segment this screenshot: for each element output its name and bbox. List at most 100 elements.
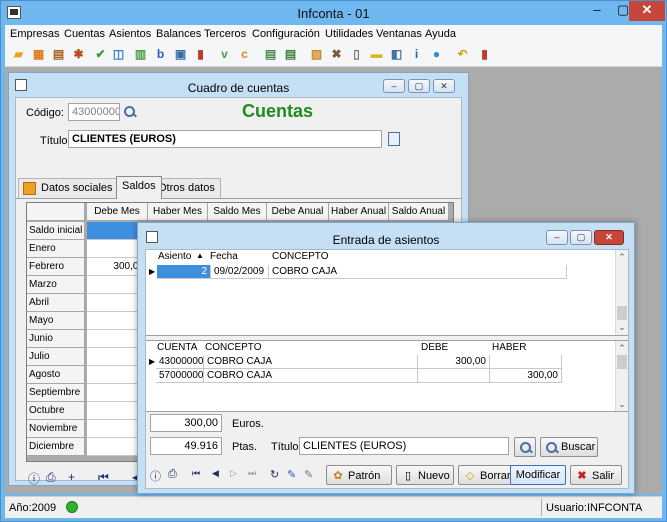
col-debe[interactable]: DEBE: [421, 342, 448, 353]
menu-utilidades[interactable]: Utilidades: [325, 28, 373, 40]
debe-cell[interactable]: 300,00: [418, 355, 490, 369]
print-preview-icon[interactable]: ◧: [389, 47, 404, 62]
col-concepto[interactable]: CONCEPTO: [272, 251, 329, 262]
scroll-thumb[interactable]: [617, 355, 627, 369]
search-icon[interactable]: [123, 105, 137, 119]
app-titlebar[interactable]: Infconta - 01 – ▢ ✕: [1, 1, 666, 25]
menu-terceros[interactable]: Terceros: [204, 28, 246, 40]
patron-button[interactable]: ✿ Patrón: [326, 465, 392, 485]
sort-asc-icon[interactable]: ▲: [196, 251, 204, 260]
book-icon[interactable]: ◫: [111, 47, 126, 62]
v-icon[interactable]: v: [217, 47, 232, 62]
notes-icon[interactable]: ▬: [369, 47, 384, 62]
undo-icon[interactable]: ↶: [455, 47, 470, 62]
titulo-input[interactable]: CLIENTES (EUROS): [68, 130, 382, 148]
nuevo-button[interactable]: ▯ Nuevo: [396, 465, 454, 485]
tab-datos-sociales[interactable]: Datos sociales: [18, 178, 119, 199]
calculator-icon[interactable]: ▤: [263, 47, 278, 62]
entrada-close-button[interactable]: ✕: [594, 230, 624, 245]
print-icon[interactable]: ⎙: [46, 470, 56, 485]
exit-door-icon[interactable]: ▮: [477, 47, 492, 62]
asientos-scrollbar[interactable]: ⌃ ⌄: [615, 250, 628, 335]
salir-button[interactable]: ✖ Salir: [570, 465, 622, 485]
haber-cell[interactable]: 300,00: [490, 369, 562, 383]
borrar-button[interactable]: ◇ Borrar: [458, 465, 514, 485]
document-icon[interactable]: ▤: [51, 47, 66, 62]
tools-icon[interactable]: ✖: [329, 47, 344, 62]
menu-ayuda[interactable]: Ayuda: [425, 28, 456, 40]
info-icon[interactable]: ⓘ: [28, 470, 40, 487]
scroll-down-icon[interactable]: ⌄: [616, 322, 628, 333]
settings-icon[interactable]: ✱: [71, 47, 86, 62]
check-icon[interactable]: ✔: [93, 47, 108, 62]
col-fecha[interactable]: Fecha: [210, 251, 238, 262]
globe-icon[interactable]: ●: [429, 47, 444, 62]
close-button[interactable]: ✕: [629, 1, 665, 21]
tab-otros-datos[interactable]: Otros datos: [152, 178, 221, 199]
folder-chart-icon[interactable]: ▣: [173, 47, 188, 62]
menu-asientos[interactable]: Asientos: [109, 28, 151, 40]
tab-saldos[interactable]: Saldos: [116, 176, 162, 199]
codigo-input[interactable]: 43000000: [68, 103, 120, 121]
grid-column-header[interactable]: Debe Mes: [87, 203, 148, 221]
menu-balances[interactable]: Balances: [156, 28, 201, 40]
balance-icon[interactable]: b: [153, 47, 168, 62]
grid-column-header[interactable]: Haber Mes: [148, 203, 208, 221]
layout-icon[interactable]: ▧: [309, 47, 324, 62]
calendar-icon[interactable]: [388, 132, 400, 146]
calculator-alt-icon[interactable]: ▯: [349, 47, 364, 62]
menu-cuentas[interactable]: Cuentas: [64, 28, 105, 40]
concepto-cell[interactable]: COBRO CAJA: [269, 265, 567, 279]
grid-column-header[interactable]: Saldo Anual: [389, 203, 449, 221]
col-haber[interactable]: HABER: [492, 342, 526, 353]
grid-icon[interactable]: ▦: [31, 47, 46, 62]
search-button[interactable]: [514, 437, 536, 457]
first-record-icon[interactable]: ⏮: [192, 468, 200, 479]
prev-record-icon[interactable]: ◀: [212, 468, 219, 479]
scroll-up-icon[interactable]: ⌃: [616, 343, 628, 354]
c-icon[interactable]: c: [237, 47, 252, 62]
entrada-maximize-button[interactable]: ▢: [570, 230, 592, 245]
cuenta-cell[interactable]: 57000000: [156, 369, 204, 383]
scroll-thumb[interactable]: [617, 306, 627, 320]
info-icon[interactable]: i: [409, 47, 424, 62]
col-cuenta[interactable]: CUENTA: [157, 342, 197, 353]
modificar-button[interactable]: Modificar: [510, 465, 566, 485]
minimize-button[interactable]: –: [584, 1, 610, 21]
info-icon[interactable]: ⓘ: [150, 468, 161, 484]
debe-cell[interactable]: [418, 369, 490, 383]
asiento-cell[interactable]: 2: [157, 265, 211, 279]
col-asiento[interactable]: Asiento: [158, 251, 191, 262]
cuenta-cell[interactable]: 43000000: [156, 355, 204, 369]
open-folder-icon[interactable]: ▰: [11, 47, 26, 62]
menu-empresas[interactable]: Empresas: [10, 28, 60, 40]
edit-icon[interactable]: ✎: [287, 468, 296, 481]
cuadro-close-button[interactable]: ✕: [433, 79, 455, 93]
cuadro-minimize-button[interactable]: –: [383, 79, 405, 93]
grid-column-header[interactable]: Debe Anual: [267, 203, 329, 221]
entrada-minimize-button[interactable]: –: [546, 230, 568, 245]
bar-chart-icon[interactable]: ▮: [193, 47, 208, 62]
cuadro-maximize-button[interactable]: ▢: [408, 79, 430, 93]
last-record-icon[interactable]: ⏭: [248, 468, 256, 479]
columns-icon[interactable]: ▥: [133, 47, 148, 62]
titulo-search-input[interactable]: CLIENTES (EUROS): [299, 437, 509, 455]
grid-column-header[interactable]: Saldo Mes: [208, 203, 267, 221]
haber-cell[interactable]: [490, 355, 562, 369]
concepto-cell[interactable]: COBRO CAJA: [204, 369, 418, 383]
fecha-cell[interactable]: 09/02/2009: [211, 265, 269, 279]
grid-column-header[interactable]: Haber Anual: [329, 203, 389, 221]
menu-ventanas[interactable]: Ventanas: [376, 28, 422, 40]
first-record-icon[interactable]: ⏮: [98, 470, 109, 485]
refresh-icon[interactable]: ↻: [270, 468, 279, 481]
apuntes-scrollbar[interactable]: ⌃ ⌄: [615, 341, 628, 411]
scroll-down-icon[interactable]: ⌄: [616, 399, 628, 410]
buscar-button[interactable]: Buscar: [540, 437, 598, 457]
next-record-icon[interactable]: ▷: [230, 468, 237, 479]
edit-disabled-icon[interactable]: ✎: [304, 468, 313, 481]
add-icon[interactable]: +: [68, 470, 75, 484]
col-concepto[interactable]: CONCEPTO: [205, 342, 262, 353]
scroll-up-icon[interactable]: ⌃: [616, 252, 628, 263]
report-icon[interactable]: ▤: [283, 47, 298, 62]
menu-configuracion[interactable]: Configuración: [252, 28, 320, 40]
